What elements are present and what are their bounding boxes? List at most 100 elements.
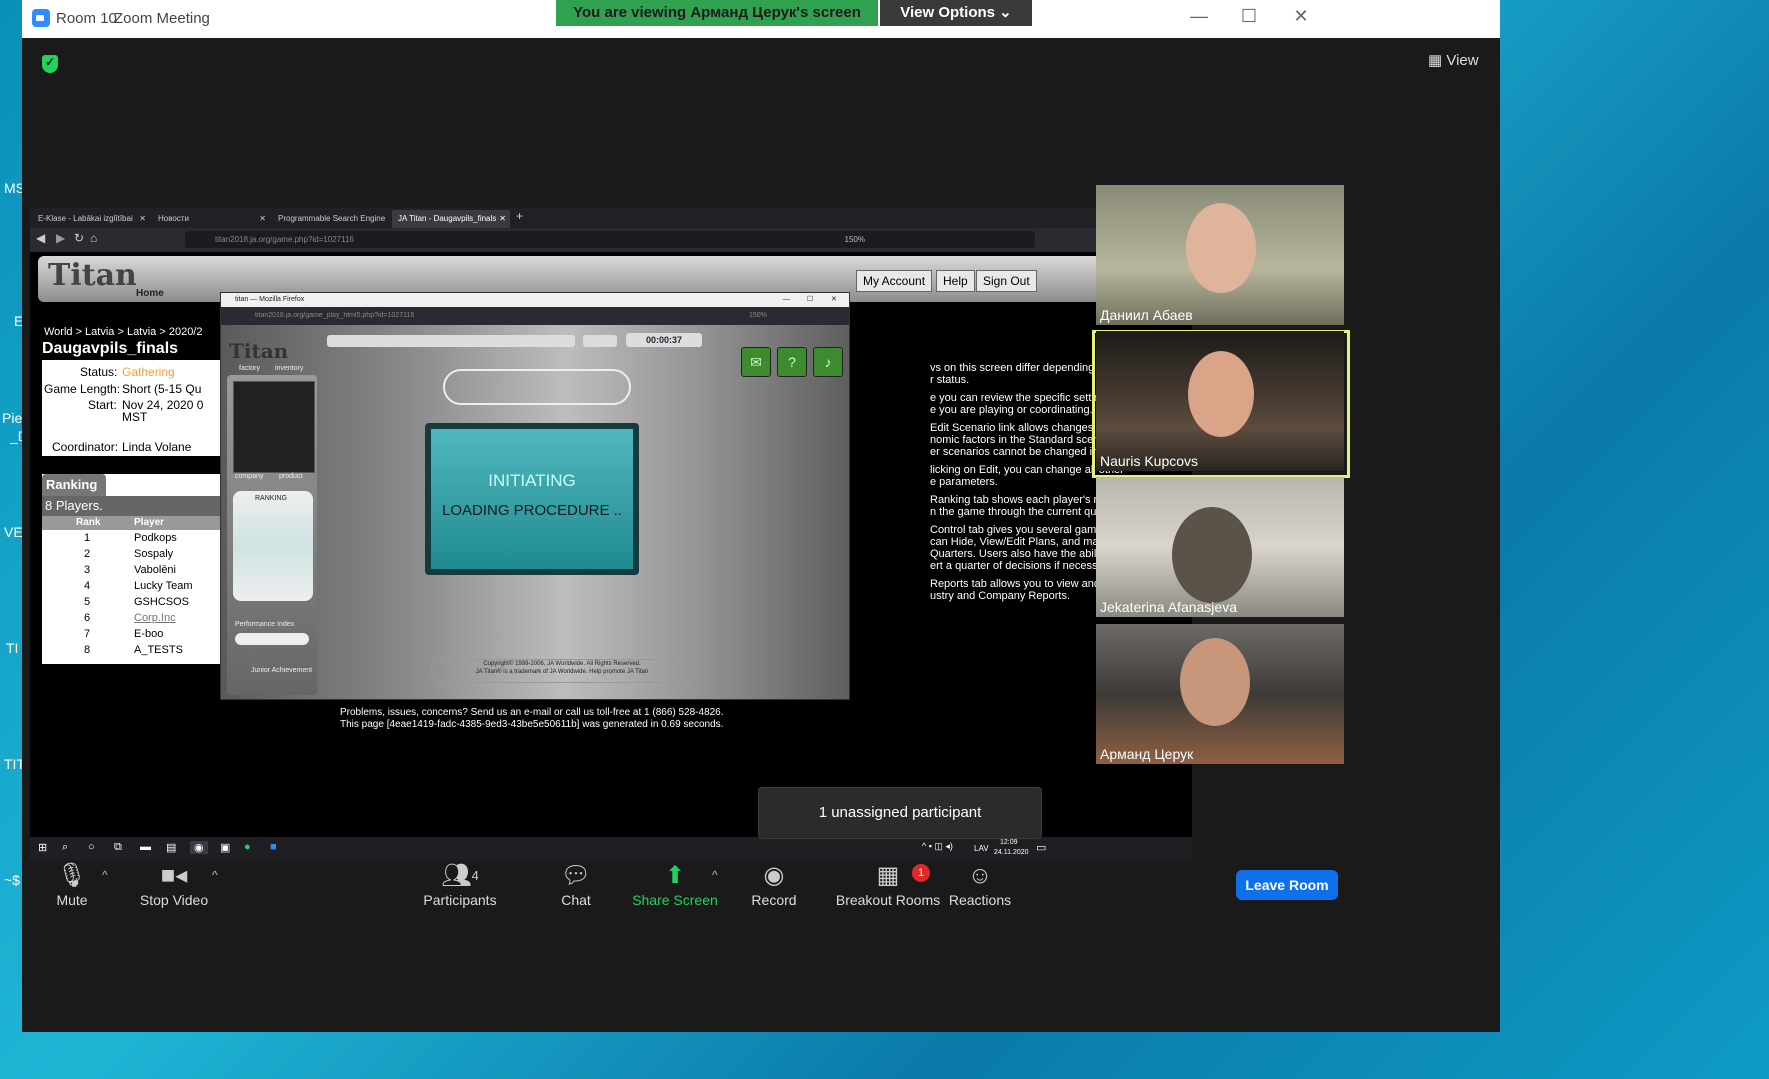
rank-cell: 7 [84,628,91,640]
browser-tab[interactable]: Новости ✕ [152,210,270,228]
reactions-button[interactable]: ☺ Reactions [930,860,1030,908]
zoom-app-icon[interactable]: ■ [270,841,277,853]
tray-icons[interactable]: ^ ▪ ◫ ◂) [922,841,953,852]
task-view-icon[interactable]: ⧉ [114,841,122,854]
desktop-label[interactable]: ~$ [4,872,20,888]
popup-url-bar[interactable]: titan2018.ja.org/game_play_html5.php?id=… [221,307,849,325]
back-icon[interactable]: ◀ [36,231,45,245]
home-icon[interactable]: ⌂ [90,231,97,245]
new-tab-icon[interactable]: + [516,209,523,223]
participant-tile-active[interactable]: Nauris Kupcovs [1096,331,1344,471]
help-button[interactable]: Help [936,270,975,292]
view-button[interactable]: ▦ View [1428,51,1479,69]
cortana-icon[interactable]: ○ [88,841,95,853]
desktop-label[interactable]: TI [6,640,18,656]
game-title: Daugavpils_finals [42,340,222,360]
ranking-header: Rank Player [42,516,222,530]
notification-icon[interactable]: ▭ [1036,841,1046,854]
chat-button[interactable]: 💬︎ Chat [526,860,626,908]
tab-company[interactable]: company [235,473,263,480]
record-icon: ◉ [763,862,785,889]
url-text: titan2018.ja.org/game.php?id=1027116 [215,235,354,244]
footer-contact: Problems, issues, concerns? Send us an e… [340,707,724,718]
desktop-label[interactable]: Pie [2,410,22,426]
home-link[interactable]: Home [136,288,164,299]
firefox-icon[interactable]: ◉ [190,841,208,854]
window-title: Zoom Meeting [114,10,210,27]
sound-icon[interactable]: ♪ [813,347,843,377]
leave-room-button[interactable]: Leave Room [1236,870,1338,900]
windows-start-icon[interactable]: ⊞ [38,841,47,854]
language-indicator[interactable]: LAV [974,844,989,853]
status-bar [327,335,575,347]
tab-ranking[interactable]: Ranking [42,474,106,496]
clock-time[interactable]: 12:09 [1000,839,1018,846]
stop-video-button[interactable]: ■◂ Stop Video [124,860,224,908]
popup-close-icon[interactable]: ✕ [831,293,837,307]
share-screen-button[interactable]: ⬆ Share Screen [625,860,725,908]
file-explorer-icon[interactable]: ▬ [140,841,151,853]
player-link[interactable]: Corp.Inc [134,612,176,624]
participant-tile[interactable]: Арманд Церук [1096,624,1344,764]
table-row: 8 A_TESTS [42,644,222,660]
zoom-level: 150% [844,235,865,244]
breadcrumb[interactable]: World > Latvia > Latvia > 2020/2 [44,326,203,338]
forward-icon[interactable]: ▶ [56,231,65,245]
spotify-icon[interactable]: ● [244,841,251,853]
maximize-icon[interactable]: ☐ [1234,6,1264,27]
close-tab-icon[interactable]: ✕ [499,210,506,228]
reactions-icon: ☺ [967,862,993,889]
participant-video [1172,507,1252,603]
tab-product[interactable]: product [279,473,302,480]
titan-logo[interactable]: Titan [48,258,137,293]
participant-tile[interactable]: Даниил Абаев [1096,185,1344,325]
rank-cell: 5 [84,596,91,608]
participant-video [1188,351,1254,437]
popup-minimize-icon[interactable]: — [783,293,790,307]
status-small [583,335,617,347]
participant-name: Даниил Абаев [1100,307,1193,323]
player-cell: Sospaly [134,548,174,560]
browser-tab[interactable]: Programmable Search Engine ✕ [272,210,390,241]
participants-label: Participants [423,892,497,908]
word-icon[interactable]: ▤ [166,841,176,854]
participant-tile[interactable]: Jekaterina Afanasjeva [1096,477,1344,617]
popup-maximize-icon[interactable]: ☐ [807,293,813,307]
url-bar[interactable]: titan2018.ja.org/game.php?id=1027116 150% [185,231,1035,248]
unassigned-participant-toast[interactable]: 1 unassigned participant [758,787,1042,839]
security-shield-icon[interactable] [42,55,58,73]
tab-factory[interactable]: factory [239,365,260,372]
browser-tab-active[interactable]: JA Titan - Daugavpils_finals ✕ [392,210,510,228]
mute-label: Mute [56,892,88,908]
start-label: Start: [88,398,117,412]
record-button[interactable]: ◉ Record [724,860,824,908]
help-icon[interactable]: ? [777,347,807,377]
record-label: Record [751,892,797,908]
browser-tab[interactable]: E-Klase - Labākai izglītībai ✕ [32,210,150,228]
clock-date[interactable]: 24.11.2020 [994,849,1029,856]
tab-inventory[interactable]: inventory [275,365,303,372]
participant-name: Jekaterina Afanasjeva [1100,599,1237,615]
zoom-window: Room 10 Zoom Meeting — ☐ ✕ You are viewi… [22,0,1500,1032]
close-tab-icon[interactable]: ✕ [259,210,266,228]
video-options-chevron-icon[interactable]: ^ [212,868,218,882]
search-icon[interactable]: ⌕ [62,841,68,854]
sign-out-button[interactable]: Sign Out [976,270,1037,292]
mail-icon[interactable]: ✉ [741,347,771,377]
player-header: Player [134,517,165,528]
reload-icon[interactable]: ↻ [74,231,84,245]
participants-button[interactable]: 👥︎4 Participants [410,860,510,908]
share-options-chevron-icon[interactable]: ^ [712,868,718,882]
player-cell: Lucky Team [134,580,193,592]
share-screen-icon: ⬆ [664,862,686,889]
audio-options-chevron-icon[interactable]: ^ [102,868,108,882]
close-tab-icon[interactable]: ✕ [139,210,146,228]
minimize-icon[interactable]: — [1184,6,1214,27]
close-icon[interactable]: ✕ [1286,6,1316,27]
desktop-label[interactable]: VE [4,524,23,540]
tab-label: Programmable Search Engine [278,214,386,223]
terminal-icon[interactable]: ▣ [220,841,230,854]
participant-video [1180,638,1250,726]
my-account-button[interactable]: My Account [856,270,933,292]
view-options-button[interactable]: View Options ⌄ [880,0,1032,26]
